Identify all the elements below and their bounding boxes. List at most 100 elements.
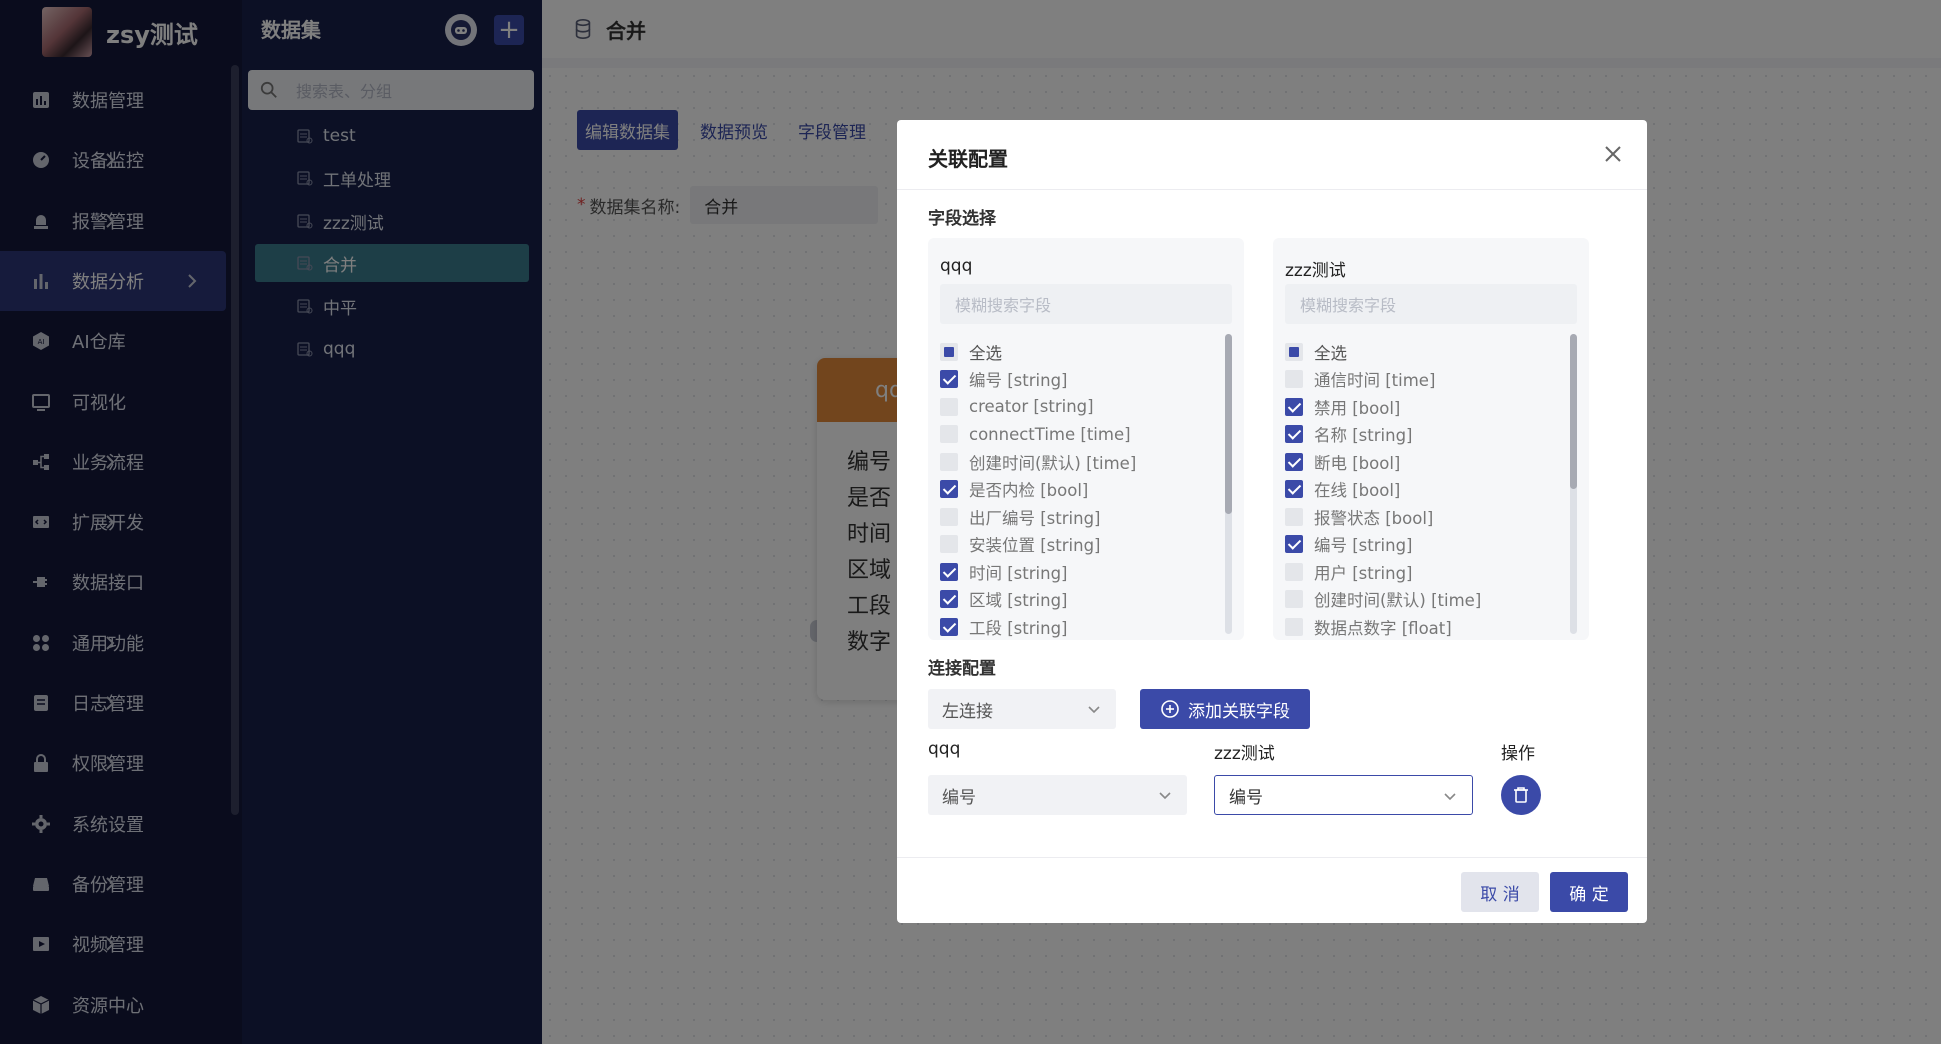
add-join-field-label: 添加关联字段 [1188,701,1290,722]
field-option[interactable]: 用户 [string] [1285,558,1481,586]
field-option[interactable]: 工段 [string] [940,613,1136,641]
join-type-value: 左连接 [942,701,993,722]
checkbox-checked[interactable] [940,562,958,581]
right-field-list: 全选通信时间 [time] 禁用 [bool] 名称 [string] 断电 [boo… [1285,338,1481,641]
field-selection-heading: 字段选择 [928,209,996,229]
checkbox-checked[interactable] [940,370,958,389]
field-option[interactable]: 断电 [bool] [1285,448,1481,476]
field-option[interactable]: 时间 [string] [940,558,1136,586]
checkbox-unchecked[interactable] [1285,617,1303,636]
field-option[interactable]: 区域 [string] [940,586,1136,614]
left-table-name: qqq [940,256,973,276]
confirm-button-label: 确 定 [1569,884,1609,905]
right-field-scrollbar[interactable] [1570,334,1577,489]
field-option-label: 时间 [string] [969,563,1068,583]
left-field-list: 全选编号 [string] creator [string] connectTime… [940,338,1136,641]
checkbox-indeterminate[interactable] [940,342,958,361]
cancel-button[interactable]: 取 消 [1461,872,1539,912]
checkbox-checked[interactable] [1285,425,1303,444]
dialog-title: 关联配置 [928,147,1008,171]
checkbox-unchecked[interactable] [1285,507,1303,526]
cancel-button-label: 取 消 [1480,884,1520,905]
left-join-field-value: 编号 [942,787,976,808]
chevron-down-icon [1444,793,1456,801]
field-option-label: 出厂编号 [string] [969,508,1101,528]
left_table-select-all[interactable]: 全选 [940,338,1136,366]
join-type-select[interactable]: 左连接 [928,689,1116,729]
field-option-label: 在线 [bool] [1314,481,1401,501]
field-option[interactable]: 在线 [bool] [1285,476,1481,504]
field-option-label: 通信时间 [time] [1314,371,1436,391]
checkbox-checked[interactable] [940,617,958,636]
right-field-search-placeholder: 模糊搜索字段 [1300,296,1397,315]
checkbox-unchecked[interactable] [940,425,958,444]
checkbox-checked[interactable] [940,590,958,609]
field-option-label: 名称 [string] [1314,426,1413,446]
confirm-button[interactable]: 确 定 [1550,872,1628,912]
field-option[interactable]: 出厂编号 [string] [940,503,1136,531]
field-option[interactable]: connectTime [time] [940,421,1136,449]
field-option[interactable]: 编号 [string] [1285,531,1481,559]
field-option[interactable]: creator [string] [940,393,1136,421]
checkbox-checked[interactable] [1285,480,1303,499]
checkbox-unchecked[interactable] [1285,370,1303,389]
checkbox-unchecked[interactable] [1285,562,1303,581]
dialog-header: 关联配置 [897,120,1647,190]
checkbox-unchecked[interactable] [940,535,958,554]
select-all-label: 全选 [1314,343,1347,363]
field-option-label: 禁用 [bool] [1314,398,1401,418]
chevron-down-icon [1159,792,1171,800]
field-option[interactable]: 报警状态 [bool] [1285,503,1481,531]
field-option[interactable]: 是否内检 [bool] [940,476,1136,504]
checkbox-checked[interactable] [940,480,958,499]
field-option[interactable]: 名称 [string] [1285,421,1481,449]
field-option-label: 创建时间(默认) [time] [969,453,1137,473]
right-join-field-select[interactable]: 编号 [1214,775,1473,815]
right-field-search-input[interactable]: 模糊搜索字段 [1285,284,1577,324]
checkbox-unchecked[interactable] [940,452,958,471]
left-join-field-select[interactable]: 编号 [928,775,1187,815]
field-option[interactable]: 安装位置 [string] [940,531,1136,559]
left-column-label: qqq [928,739,961,759]
field-option[interactable]: 通信时间 [time] [1285,366,1481,394]
field-option-label: 创建时间(默认) [time] [1314,591,1482,611]
field-option[interactable]: 创建时间(默认) [time] [940,448,1136,476]
checkbox-unchecked[interactable] [940,507,958,526]
select-all-label: 全选 [969,343,1002,363]
right_table-select-all[interactable]: 全选 [1285,338,1481,366]
checkbox-indeterminate[interactable] [1285,342,1303,361]
field-option[interactable]: 创建时间(默认) [time] [1285,586,1481,614]
right-table-name: zzz测试 [1285,261,1346,281]
checkbox-checked[interactable] [1285,535,1303,554]
dialog-footer-divider [897,857,1647,858]
left-field-box: qqq 模糊搜索字段 全选编号 [string] creator [string]… [928,238,1244,640]
left-field-search-placeholder: 模糊搜索字段 [955,296,1052,315]
field-option-label: 断电 [bool] [1314,453,1401,473]
field-option-label: 区域 [string] [969,591,1068,611]
field-option[interactable]: 禁用 [bool] [1285,393,1481,421]
chevron-down-icon [1088,706,1100,714]
field-option-label: 用户 [string] [1314,563,1413,583]
right-join-field-value: 编号 [1229,787,1263,808]
field-option-label: 数据点数字 [float] [1314,618,1452,638]
checkbox-unchecked[interactable] [940,397,958,416]
left-field-scrollbar[interactable] [1225,334,1232,514]
right-column-label: zzz测试 [1214,744,1275,764]
checkbox-unchecked[interactable] [1285,590,1303,609]
join-config-dialog: 关联配置 字段选择 qqq 模糊搜索字段 全选 编号 [string] creato… [897,120,1647,923]
join-config-heading: 连接配置 [928,659,996,679]
checkbox-checked[interactable] [1285,452,1303,471]
action-column-label: 操作 [1501,744,1535,764]
delete-join-button[interactable] [1501,775,1541,815]
left-field-search-input[interactable]: 模糊搜索字段 [940,284,1232,324]
field-option-label: connectTime [time] [969,424,1131,444]
field-option-label: 编号 [string] [969,371,1068,391]
field-option[interactable]: 编号 [string] [940,366,1136,394]
close-icon[interactable] [1601,142,1625,166]
plus-circle-icon [1161,700,1179,718]
field-option-label: 是否内检 [bool] [969,481,1089,501]
add-join-field-button[interactable]: 添加关联字段 [1140,689,1310,729]
right-field-box: zzz测试 模糊搜索字段 全选通信时间 [time] 禁用 [bool] 名称 [s… [1273,238,1589,640]
checkbox-checked[interactable] [1285,397,1303,416]
field-option[interactable]: 数据点数字 [float] [1285,613,1481,641]
